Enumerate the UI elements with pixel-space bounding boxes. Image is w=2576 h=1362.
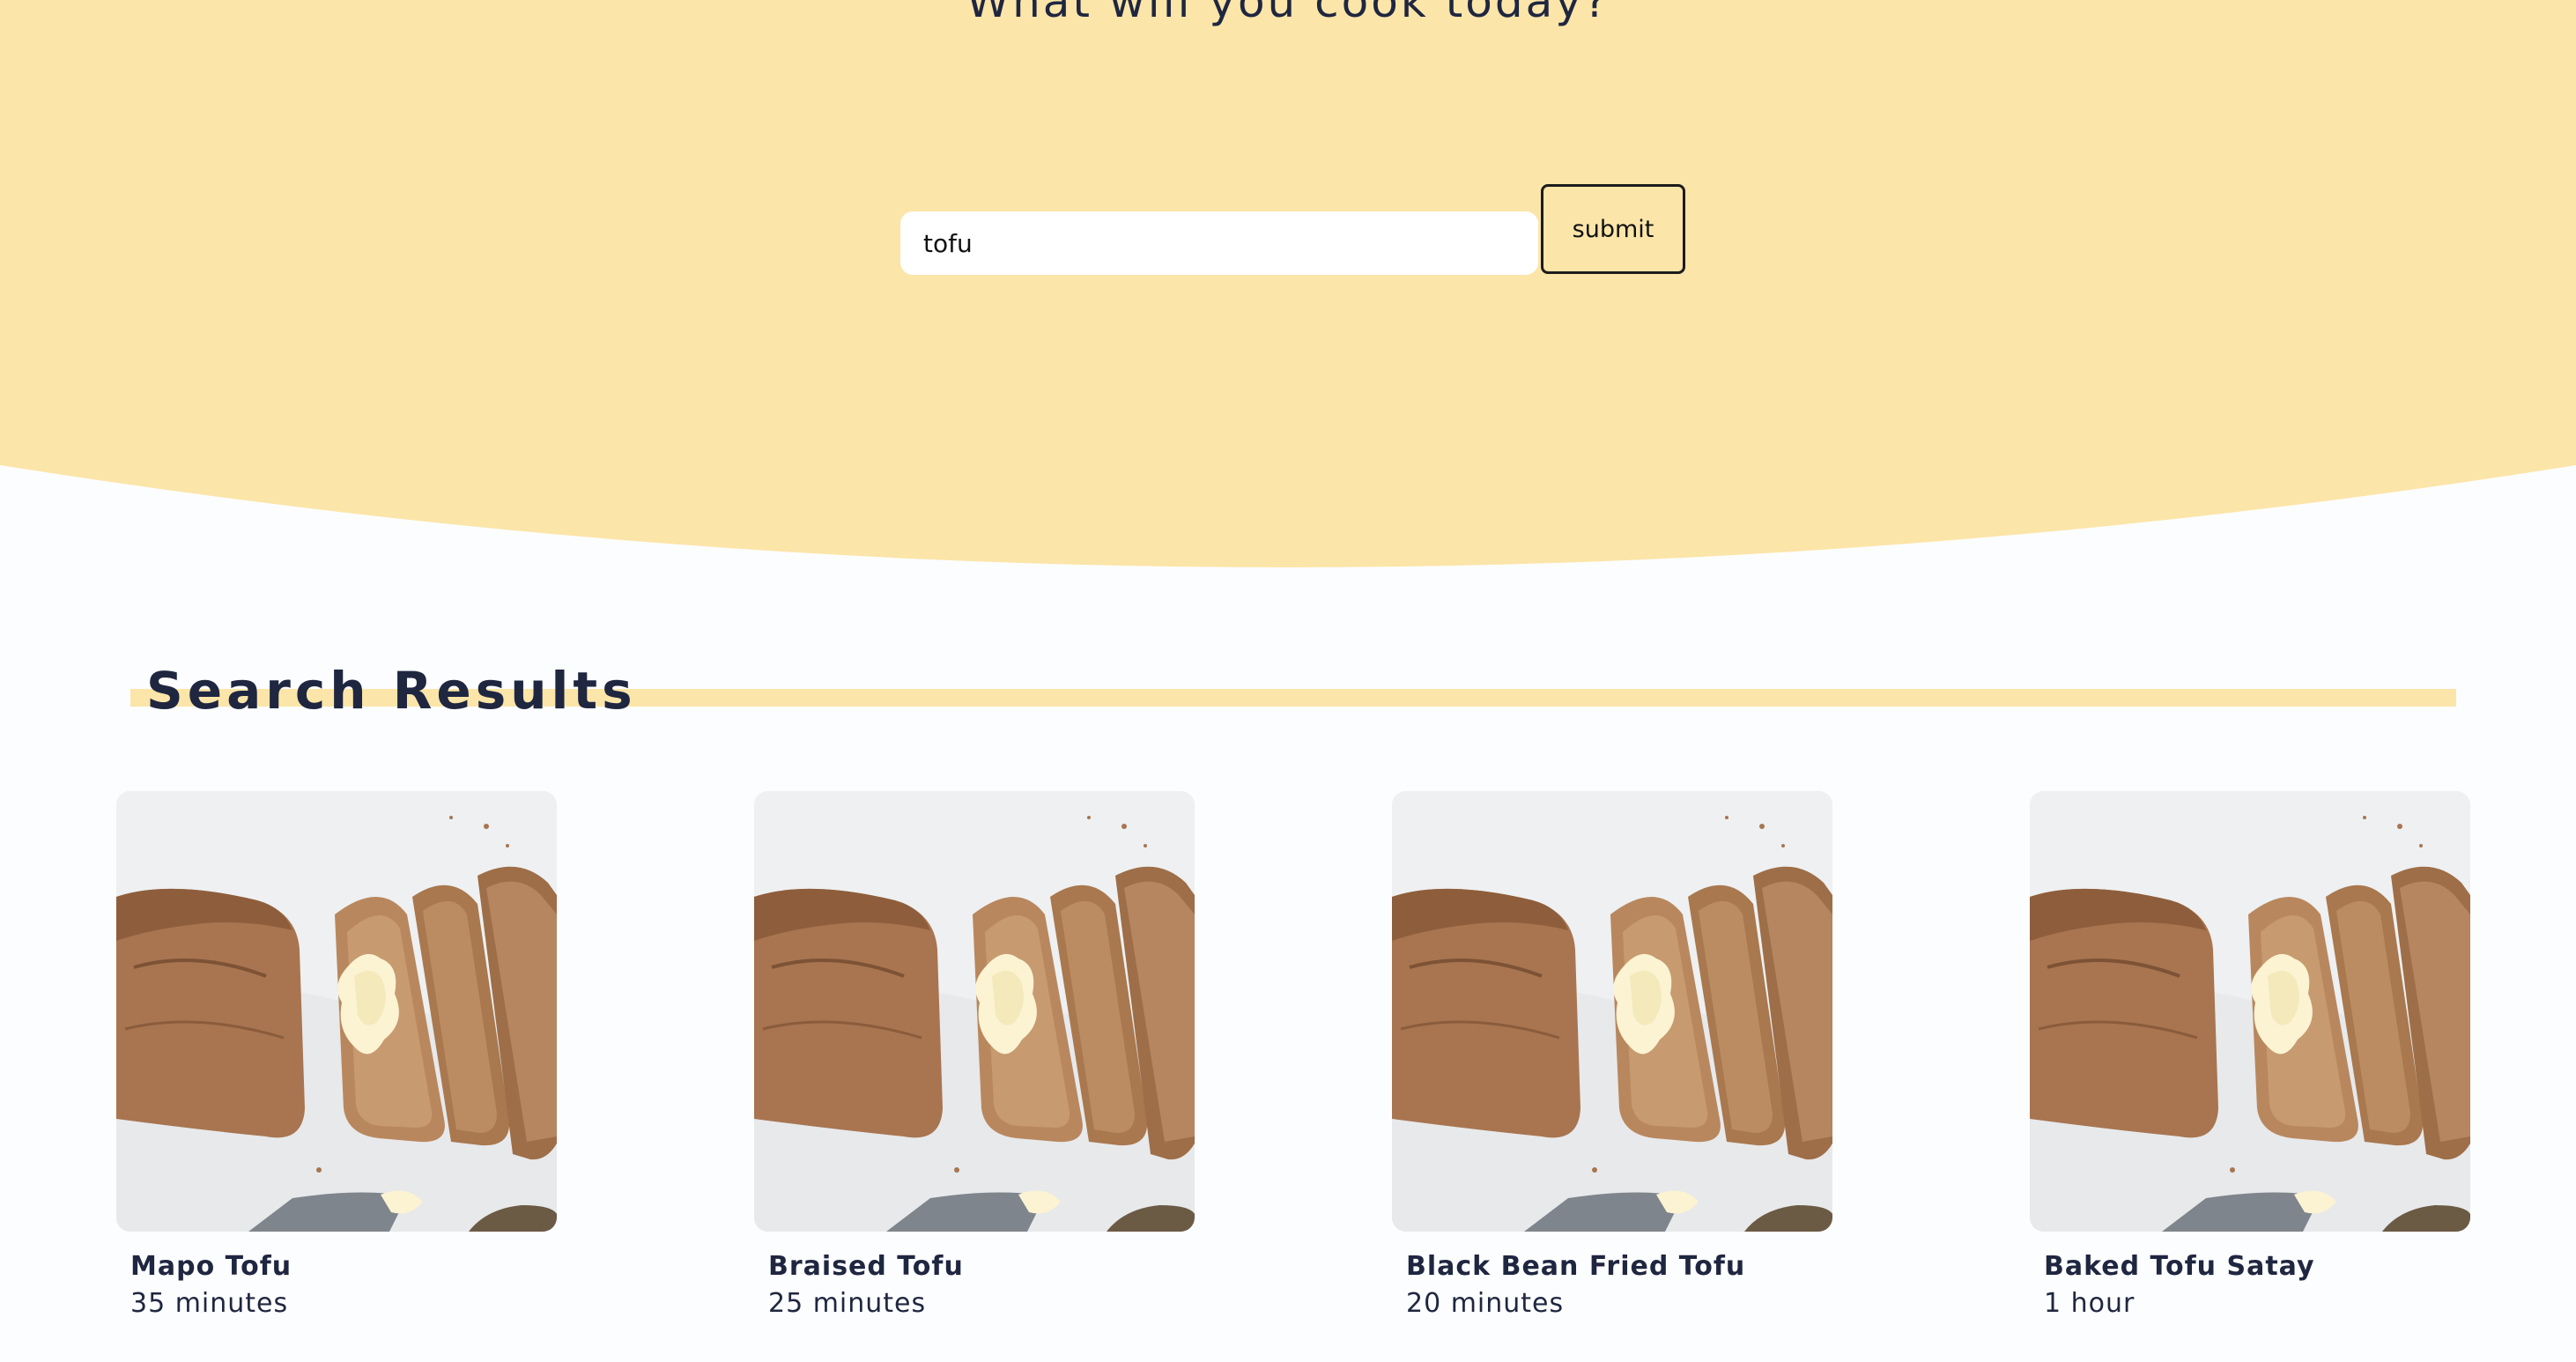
recipe-time: 1 hour: [2044, 1288, 2136, 1319]
recipe-image[interactable]: [116, 791, 557, 1232]
recipe-image[interactable]: [754, 791, 1195, 1232]
results-heading: Search Results: [146, 661, 637, 721]
hero-banner: What will you cook today? submit: [0, 0, 2576, 601]
recipe-time: 20 minutes: [1406, 1288, 1565, 1319]
hero-background: [0, 0, 2576, 567]
hero-title: What will you cook today?: [966, 0, 1610, 27]
search-input[interactable]: [900, 211, 1538, 275]
recipe-card[interactable]: Baked Tofu Satay 1 hour: [2030, 791, 2470, 1321]
recipe-image[interactable]: [2030, 791, 2470, 1232]
recipe-title[interactable]: Braised Tofu: [768, 1249, 1195, 1284]
recipe-image[interactable]: [1392, 791, 1832, 1232]
recipe-time: 25 minutes: [768, 1288, 927, 1319]
recipe-title[interactable]: Baked Tofu Satay: [2044, 1249, 2470, 1284]
recipe-card[interactable]: Black Bean Fried Tofu 20 minutes: [1392, 791, 1832, 1321]
submit-button[interactable]: submit: [1541, 184, 1685, 274]
recipe-card[interactable]: Braised Tofu 25 minutes: [754, 791, 1195, 1321]
recipe-title[interactable]: Black Bean Fried Tofu: [1406, 1249, 1832, 1284]
recipe-card[interactable]: Mapo Tofu 35 minutes: [116, 791, 557, 1321]
recipe-title[interactable]: Mapo Tofu: [130, 1249, 557, 1284]
page: What will you cook today? submit Search …: [0, 0, 2576, 1362]
recipe-time: 35 minutes: [130, 1288, 289, 1319]
